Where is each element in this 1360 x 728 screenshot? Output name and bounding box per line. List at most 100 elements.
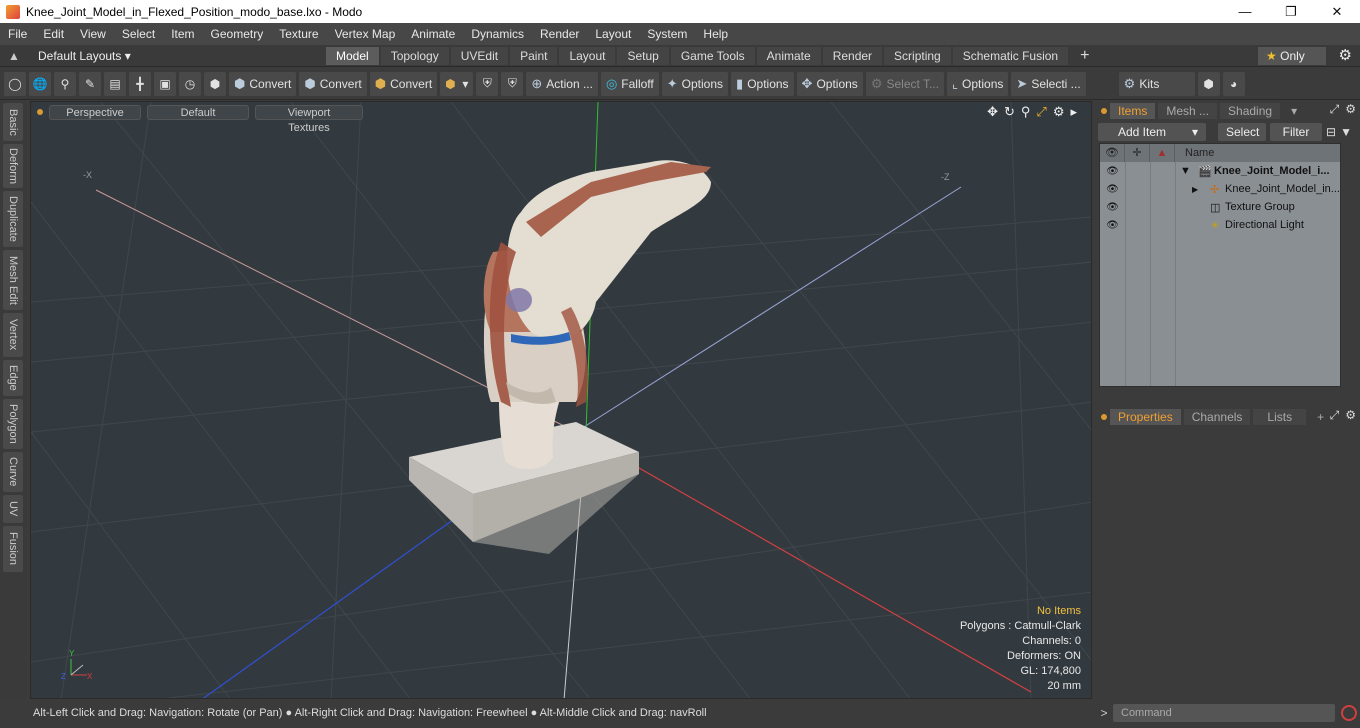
menu-system[interactable]: System xyxy=(639,27,695,41)
gear-icon[interactable]: ⚙ xyxy=(1339,46,1352,64)
select-edges-button[interactable]: 🌐 xyxy=(29,71,51,96)
unreal-button[interactable]: ◕ xyxy=(1222,71,1245,96)
layout-select[interactable]: Default Layouts ▾ xyxy=(28,49,148,63)
tab-basic[interactable]: Basic xyxy=(3,103,23,141)
menu-texture[interactable]: Texture xyxy=(271,27,326,41)
options-button-1[interactable]: ✦ Options xyxy=(661,71,729,96)
tab-animate[interactable]: Animate xyxy=(756,47,821,65)
close-button[interactable]: ✕ xyxy=(1314,0,1360,23)
list-item[interactable]: 👁 ◫ Texture Group xyxy=(1100,198,1340,216)
list-item[interactable]: 👁 ▶ ✣ Knee_Joint_Model_in... xyxy=(1100,180,1340,198)
tab-topology[interactable]: Topology xyxy=(380,47,449,65)
eye-icon[interactable]: 👁 xyxy=(1100,202,1125,213)
menu-item[interactable]: Item xyxy=(163,27,202,41)
menu-help[interactable]: Help xyxy=(695,27,736,41)
viewport-menu-arrow-icon[interactable]: ▸ xyxy=(1070,104,1077,120)
tab-fusion[interactable]: Fusion xyxy=(3,526,23,572)
falloff-button[interactable]: ◎ Falloff xyxy=(600,71,659,96)
zoom-icon[interactable]: ⚲ xyxy=(1021,104,1031,120)
funnel-icon[interactable]: ▼ xyxy=(1340,125,1352,139)
view-mode-button[interactable]: Perspective xyxy=(49,104,141,120)
convert-button-2[interactable]: ⬢ Convert xyxy=(299,71,367,96)
menu-view[interactable]: View xyxy=(72,27,114,41)
tab-items[interactable]: Items xyxy=(1110,103,1156,119)
tab-mesh-edit[interactable]: Mesh Edit xyxy=(3,250,23,310)
lock-column-icon[interactable]: ✛ xyxy=(1125,144,1150,162)
tab-properties[interactable]: Properties xyxy=(1110,409,1181,425)
menu-edit[interactable]: Edit xyxy=(35,27,72,41)
panel-dropdown-icon[interactable]: ▾ xyxy=(1283,103,1305,119)
eye-icon[interactable]: 👁 xyxy=(1100,184,1125,195)
options-button-2[interactable]: ▮ Options xyxy=(731,71,794,96)
kits-button[interactable]: ⚙ Kits xyxy=(1118,71,1195,96)
tab-shading[interactable]: Shading xyxy=(1220,103,1281,119)
menu-file[interactable]: File xyxy=(0,27,35,41)
menu-layout[interactable]: Layout xyxy=(587,27,639,41)
pan-icon[interactable]: ✥ xyxy=(987,104,998,120)
expand-arrow-icon[interactable]: ▼ xyxy=(1180,165,1191,177)
eye-icon[interactable]: 👁 xyxy=(1100,166,1125,177)
menu-animate[interactable]: Animate xyxy=(403,27,463,41)
expand-panel-icon[interactable]: ⤢ xyxy=(1330,102,1340,117)
tab-model[interactable]: Model xyxy=(326,47,379,65)
selection-sets-button[interactable]: ➤ Selecti ... xyxy=(1011,71,1086,96)
command-input[interactable]: Command xyxy=(1113,704,1335,722)
tab-edge[interactable]: Edge xyxy=(3,360,23,396)
panel-gear-icon[interactable]: ⚙ xyxy=(1345,408,1356,423)
add-tab-button[interactable]: + xyxy=(1070,47,1099,65)
shading-mode-button[interactable]: Default xyxy=(147,104,249,120)
action-center-button[interactable]: ⊕ Action ... xyxy=(526,71,598,96)
mesh-button[interactable]: ⬢ xyxy=(204,71,226,96)
expand-panel-icon[interactable]: ⤢ xyxy=(1330,408,1340,423)
convert-button-3[interactable]: ⬢ Convert xyxy=(369,71,438,96)
viewport-textures-button[interactable]: Viewport Textures xyxy=(255,104,363,134)
collapse-icon[interactable]: ⊟ xyxy=(1326,125,1336,139)
options-button-4[interactable]: ⌞ Options xyxy=(946,71,1009,96)
snap-button[interactable]: ⛨ xyxy=(501,71,524,96)
only-toggle[interactable]: ★ Only xyxy=(1258,47,1326,65)
tab-render[interactable]: Render xyxy=(822,47,883,65)
tab-layout[interactable]: Layout xyxy=(559,47,616,65)
eye-icon[interactable]: 👁 xyxy=(1100,220,1125,231)
work-plane-dropdown[interactable]: ⬢ ▾ xyxy=(440,71,474,96)
tab-uvedit[interactable]: UVEdit xyxy=(450,47,509,65)
tab-setup[interactable]: Setup xyxy=(617,47,669,65)
edge-button[interactable]: ◷ xyxy=(179,71,201,96)
maximize-viewport-icon[interactable]: ⤢ xyxy=(1036,104,1046,120)
tab-schematic-fusion[interactable]: Schematic Fusion xyxy=(952,47,1069,65)
pivot-button[interactable]: ╋ xyxy=(129,71,151,96)
maximize-button[interactable]: ❐ xyxy=(1268,0,1314,23)
center-button[interactable]: ▣ xyxy=(154,71,176,96)
convert-button-1[interactable]: ⬢ Convert xyxy=(229,71,297,96)
rotate-icon[interactable]: ↻ xyxy=(1004,104,1015,120)
visibility-column-icon[interactable]: 👁 xyxy=(1100,144,1125,162)
tab-duplicate[interactable]: Duplicate xyxy=(3,191,23,247)
select-vertices-button[interactable]: ◯ xyxy=(4,71,26,96)
tab-paint[interactable]: Paint xyxy=(510,47,558,65)
symmetry-button[interactable]: ⛨ xyxy=(476,71,499,96)
select-polygons-button[interactable]: ⚲ xyxy=(54,71,76,96)
menu-vertex-map[interactable]: Vertex Map xyxy=(327,27,404,41)
viewport-gear-icon[interactable]: ⚙ xyxy=(1053,104,1065,120)
list-item[interactable]: 👁 ▼ 🎬 Knee_Joint_Model_i... xyxy=(1100,162,1340,180)
3d-viewport[interactable]: Perspective Default Viewport Textures ✥ … xyxy=(30,101,1092,699)
select-through-button[interactable]: ⚙ Select T... xyxy=(865,71,944,96)
tab-scripting[interactable]: Scripting xyxy=(884,47,951,65)
minimize-button[interactable]: — xyxy=(1222,0,1268,23)
unity-button[interactable]: ⬢ xyxy=(1197,71,1220,96)
tab-polygon[interactable]: Polygon xyxy=(3,399,23,449)
select-materials-button[interactable]: ✎ xyxy=(79,71,101,96)
menu-render[interactable]: Render xyxy=(532,27,587,41)
options-button-3[interactable]: ✥ Options xyxy=(796,71,863,96)
tab-uv[interactable]: UV xyxy=(3,495,23,523)
tab-lists[interactable]: Lists xyxy=(1253,409,1307,425)
name-column-header[interactable]: Name xyxy=(1175,147,1214,159)
items-button[interactable]: ▤ xyxy=(104,71,126,96)
menu-geometry[interactable]: Geometry xyxy=(203,27,272,41)
tab-channels[interactable]: Channels xyxy=(1183,409,1251,425)
type-column-icon[interactable]: ▲ xyxy=(1150,144,1175,162)
collapse-toolbar-icon[interactable]: ▲ xyxy=(0,49,28,63)
menu-select[interactable]: Select xyxy=(114,27,163,41)
tab-mesh[interactable]: Mesh ... xyxy=(1158,103,1218,119)
list-item[interactable]: 👁 ☀ Directional Light xyxy=(1100,216,1340,234)
